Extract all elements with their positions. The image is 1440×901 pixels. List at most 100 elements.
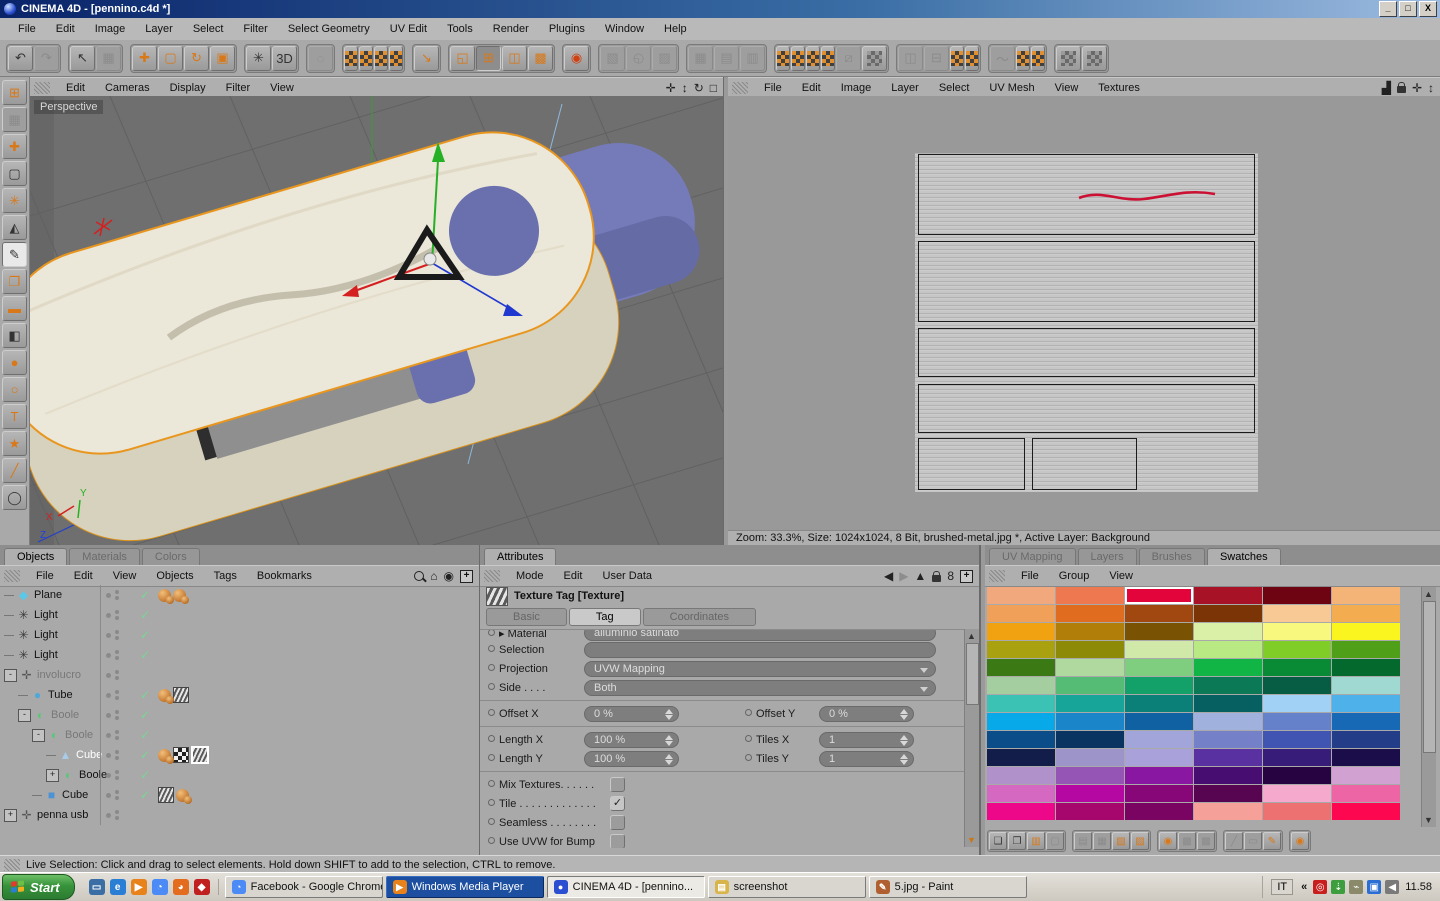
add-panel-icon[interactable]: +: [960, 569, 973, 583]
attributes-menu-edit[interactable]: Edit: [554, 570, 593, 582]
visibility-toggles[interactable]: [100, 585, 138, 605]
fit-u-icon[interactable]: [776, 45, 790, 71]
menu-edit[interactable]: Edit: [46, 23, 85, 35]
tab-objects[interactable]: Objects: [4, 548, 68, 565]
tree-expander-icon[interactable]: -: [32, 728, 45, 742]
tray-app-red-icon[interactable]: ◎: [1313, 880, 1328, 894]
layer-dot-icon[interactable]: [106, 592, 111, 598]
tree-row-light[interactable]: ✳ Light ✓: [0, 625, 480, 645]
drag-handle-icon[interactable]: [4, 570, 20, 582]
menu-render[interactable]: Render: [483, 23, 539, 35]
visibility-toggles[interactable]: [100, 805, 138, 825]
color-swatch[interactable]: [1332, 749, 1400, 766]
render-view-icon[interactable]: ◉: [564, 45, 589, 71]
objects-menu-file[interactable]: File: [26, 570, 64, 582]
tiles-y-field[interactable]: 1: [819, 750, 914, 767]
color-swatch[interactable]: [1194, 587, 1262, 604]
task-button-facebook-google-chrome[interactable]: ◔ Facebook - Google Chrome: [224, 876, 383, 898]
color-swatch[interactable]: [1263, 641, 1331, 658]
color-swatch[interactable]: [987, 623, 1055, 640]
color-swatch[interactable]: [1125, 659, 1193, 676]
visibility-toggles[interactable]: [100, 745, 138, 765]
undo-icon[interactable]: ↶: [8, 45, 33, 71]
offset-y-field[interactable]: 0 %: [819, 705, 914, 722]
grid-uv-icon[interactable]: [950, 45, 964, 71]
uv-island-5[interactable]: [918, 438, 1025, 490]
menu-help[interactable]: Help: [654, 23, 697, 35]
texture-tag-icon[interactable]: [158, 748, 174, 764]
task-button-screenshot[interactable]: ▤ screenshot: [707, 876, 866, 898]
texture-tag-icon[interactable]: [158, 688, 174, 704]
color-swatch[interactable]: [1125, 731, 1193, 748]
star-shape-icon[interactable]: ★: [2, 431, 27, 456]
new-color-group-icon[interactable]: ◉: [1291, 832, 1309, 850]
visibility-toggles[interactable]: [100, 725, 138, 745]
color-swatch[interactable]: [1056, 749, 1124, 766]
color-swatch[interactable]: [1194, 749, 1262, 766]
color-swatch[interactable]: [987, 767, 1055, 784]
color-swatch[interactable]: [1056, 731, 1124, 748]
axis-lock-icon[interactable]: ▣: [210, 45, 235, 71]
scale-tool-icon[interactable]: ▢: [158, 45, 183, 71]
attributes-menu-mode[interactable]: Mode: [506, 570, 554, 582]
color-swatch[interactable]: [1332, 731, 1400, 748]
tray-update-icon[interactable]: ⇣: [1331, 880, 1346, 894]
checkbox-mix-textures-----------[interactable]: [610, 777, 625, 792]
tree-row-boole[interactable]: + ◐ Boole ✓: [0, 765, 480, 785]
checkbox-seamless----------------[interactable]: [610, 815, 625, 830]
color-swatch[interactable]: [1263, 677, 1331, 694]
tray-usb-icon[interactable]: ⌁: [1349, 880, 1364, 894]
color-swatch[interactable]: [987, 695, 1055, 712]
realplayer-icon[interactable]: ◆: [193, 879, 210, 895]
menu-tools[interactable]: Tools: [437, 23, 483, 35]
color-swatch[interactable]: [987, 605, 1055, 622]
texture-coords-icon[interactable]: ↘: [414, 45, 439, 71]
color-swatch[interactable]: [1332, 713, 1400, 730]
tray-volume-icon[interactable]: ◀: [1385, 880, 1400, 894]
pan-icon[interactable]: ✛: [1412, 82, 1422, 94]
layer-dot-icon[interactable]: [106, 632, 111, 638]
move-axes-icon[interactable]: ✚: [2, 134, 27, 159]
tree-row-plane[interactable]: ◆ Plane ✓: [0, 585, 480, 605]
color-swatch[interactable]: [1263, 713, 1331, 730]
visibility-toggles[interactable]: [100, 685, 138, 705]
color-swatch[interactable]: [1056, 713, 1124, 730]
swatches-menu-file[interactable]: File: [1011, 570, 1049, 582]
swatches-scrollbar[interactable]: ▲ ▼: [1421, 587, 1436, 827]
color-swatch[interactable]: [1056, 641, 1124, 658]
color-swatch[interactable]: [1056, 695, 1124, 712]
enable-check-icon[interactable]: ✓: [138, 768, 152, 782]
drag-handle-icon[interactable]: [732, 81, 748, 94]
color-swatch[interactable]: [1125, 767, 1193, 784]
tree-row-cube[interactable]: ■ Cube ✓: [0, 785, 480, 805]
visibility-toggles[interactable]: [100, 765, 138, 785]
attr-tab-coordinates[interactable]: Coordinates: [642, 608, 756, 626]
uv-texture-canvas[interactable]: [728, 96, 1440, 530]
visibility-toggles[interactable]: [100, 605, 138, 625]
visibility-toggles[interactable]: [100, 665, 138, 685]
texture-tag-icon[interactable]: [173, 687, 189, 703]
layer-dot-icon[interactable]: [106, 812, 111, 818]
add-panel-icon[interactable]: +: [460, 569, 473, 583]
color-swatch[interactable]: [1263, 803, 1331, 820]
color-swatch[interactable]: [1194, 731, 1262, 748]
color-swatch[interactable]: [1125, 803, 1193, 820]
color-swatch[interactable]: [1056, 623, 1124, 640]
color-swatch[interactable]: [1263, 587, 1331, 604]
uv-island-3[interactable]: [918, 328, 1255, 377]
drag-handle-icon[interactable]: [34, 81, 50, 94]
texture-tag-icon[interactable]: [176, 788, 192, 804]
uv-menu-layer[interactable]: Layer: [881, 82, 929, 94]
tree-row-light[interactable]: ✳ Light ✓: [0, 645, 480, 665]
color-swatch[interactable]: [1332, 605, 1400, 622]
circle-shape-icon[interactable]: ◯: [2, 485, 27, 510]
tree-expander-icon[interactable]: -: [4, 668, 17, 682]
perspective-viewport[interactable]: X Y Z Perspective: [30, 96, 723, 545]
viewport-menu-display[interactable]: Display: [160, 82, 216, 94]
fit-uv-icon[interactable]: [806, 45, 820, 71]
layer-dot-icon[interactable]: [106, 772, 111, 778]
checkbox-use-uvw-for-bump[interactable]: [610, 834, 625, 848]
tab-layers[interactable]: Layers: [1077, 548, 1137, 565]
media-player-icon[interactable]: ▶: [130, 879, 147, 895]
color-swatch[interactable]: [1263, 785, 1331, 802]
